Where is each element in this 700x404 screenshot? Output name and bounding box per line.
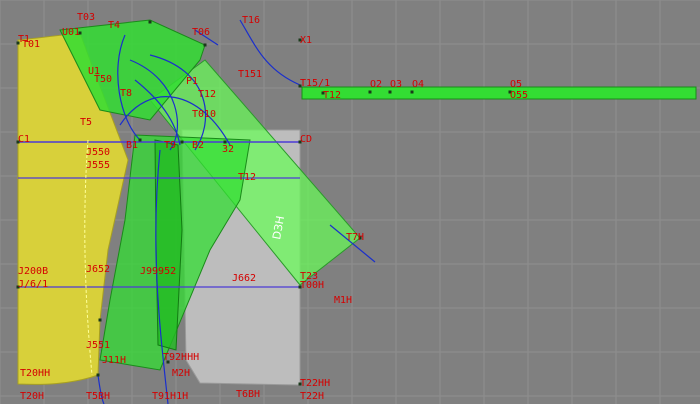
label-j652[interactable]: J652 xyxy=(86,264,110,275)
label-t91h[interactable]: T91H1H xyxy=(152,391,188,402)
label-o4[interactable]: O4 xyxy=(412,79,424,90)
label-b2[interactable]: B2 xyxy=(192,140,204,151)
label-t5bh[interactable]: T5BH xyxy=(86,391,110,402)
point-marker[interactable] xyxy=(138,138,142,142)
label-t06[interactable]: T06 xyxy=(192,27,210,38)
label-o2[interactable]: O2 xyxy=(370,79,382,90)
point-marker[interactable] xyxy=(388,90,392,94)
label-t12-strip[interactable]: T12 xyxy=(323,90,341,101)
label-t92[interactable]: T92HHH xyxy=(163,352,199,363)
label-t8[interactable]: T8 xyxy=(120,88,132,99)
point-marker[interactable] xyxy=(368,90,372,94)
point-marker[interactable] xyxy=(98,318,102,322)
label-t22h[interactable]: T22H xyxy=(300,391,324,402)
label-t12-waist[interactable]: T12 xyxy=(238,172,256,183)
label-o3[interactable]: O3 xyxy=(390,79,402,90)
label-j200b[interactable]: J200B xyxy=(18,266,48,277)
label-u01[interactable]: U01 xyxy=(62,27,80,38)
label-t6bh[interactable]: T6BH xyxy=(236,389,260,400)
label-j662[interactable]: J662 xyxy=(232,273,256,284)
label-o55[interactable]: O55 xyxy=(510,90,528,101)
label-m2h[interactable]: M2H xyxy=(172,368,190,379)
label-t22hh[interactable]: T22HH xyxy=(300,378,330,389)
label-t7h[interactable]: T7H xyxy=(346,232,364,243)
label-t010[interactable]: T010 xyxy=(192,109,216,120)
label-t12-arm[interactable]: T12 xyxy=(198,89,216,100)
strip-pattern-piece[interactable] xyxy=(301,86,697,100)
label-cd[interactable]: CD xyxy=(300,134,312,145)
label-32[interactable]: 32 xyxy=(222,144,234,155)
pattern-drafting-canvas[interactable]: T03 T1 T01 U01 T4 T06 T16 X1 U1 T50 T151… xyxy=(0,0,700,404)
label-j6[interactable]: J/6/1 xyxy=(18,279,48,290)
point-marker[interactable] xyxy=(203,43,207,47)
label-t03[interactable]: T03 xyxy=(77,12,95,23)
point-marker[interactable] xyxy=(410,90,414,94)
label-j551[interactable]: J551 xyxy=(86,340,110,351)
label-j555[interactable]: J555 xyxy=(86,160,110,171)
label-j11h[interactable]: J11H xyxy=(102,355,126,366)
label-c1[interactable]: C1 xyxy=(18,134,30,145)
label-j99[interactable]: J99952 xyxy=(140,266,176,277)
label-p1[interactable]: P1 xyxy=(186,76,198,87)
label-t16[interactable]: T16 xyxy=(242,15,260,26)
label-o5[interactable]: O5 xyxy=(510,79,522,90)
label-b1[interactable]: B1 xyxy=(126,140,138,151)
label-t20hh[interactable]: T20HH xyxy=(20,368,50,379)
label-t50[interactable]: T50 xyxy=(94,74,112,85)
point-marker[interactable] xyxy=(148,20,152,24)
label-t151[interactable]: T151 xyxy=(238,69,262,80)
label-t5[interactable]: T5 xyxy=(80,117,92,128)
point-marker[interactable] xyxy=(180,140,184,144)
label-j550[interactable]: J550 xyxy=(86,147,110,158)
point-marker[interactable] xyxy=(96,373,100,377)
label-t20h[interactable]: T20H xyxy=(20,391,44,402)
label-x1[interactable]: X1 xyxy=(300,35,312,46)
label-m1h[interactable]: M1H xyxy=(334,295,352,306)
label-t9[interactable]: T9 xyxy=(164,140,176,151)
label-t4[interactable]: T4 xyxy=(108,20,120,31)
label-t01[interactable]: T01 xyxy=(22,39,40,50)
label-t15[interactable]: T15/1 xyxy=(300,78,330,89)
label-t00h[interactable]: T00H xyxy=(300,280,324,291)
